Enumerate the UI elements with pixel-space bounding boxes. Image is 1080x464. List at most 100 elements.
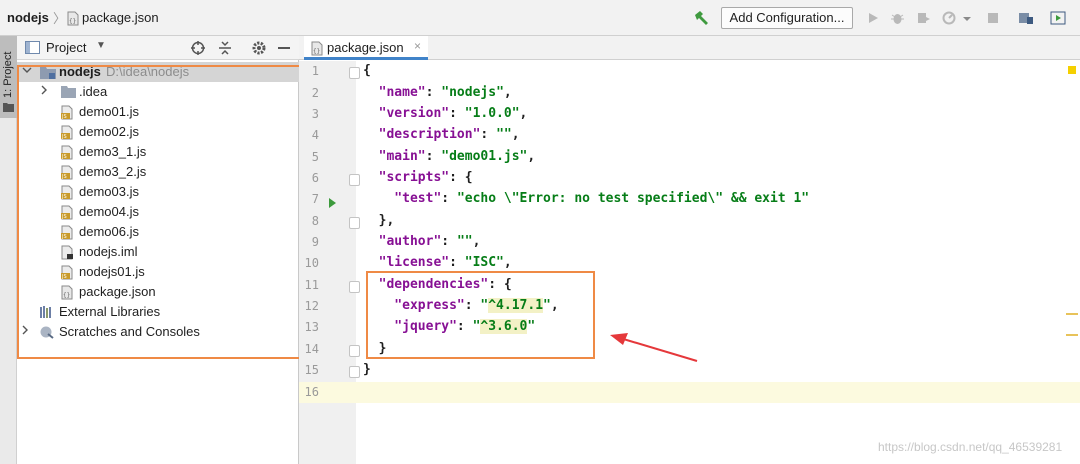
json-string: "nodejs" — [441, 85, 504, 100]
profile-icon[interactable] — [942, 11, 957, 28]
code-token: : — [441, 191, 457, 206]
code-token: , — [503, 255, 512, 270]
json-string: "ISC" — [464, 255, 504, 270]
close-icon[interactable]: × — [414, 39, 421, 53]
json-string: "" — [456, 234, 473, 249]
fold-marker[interactable] — [349, 217, 360, 229]
project-tool-tab-label: 1: Project — [2, 51, 14, 98]
breadcrumb-separator: 〉 — [53, 11, 67, 26]
code-token: : — [425, 85, 442, 100]
code-line: } — [363, 362, 371, 377]
tab-label: package.json — [327, 40, 404, 55]
run-script-icon[interactable] — [328, 196, 337, 211]
code-token: } — [363, 362, 371, 377]
project-panel-title[interactable]: Project — [46, 40, 86, 55]
code-line: "author": "", — [363, 234, 481, 249]
line-number: 14 — [304, 342, 319, 356]
tab-package-json[interactable]: {} package.json × — [304, 36, 428, 60]
fold-marker[interactable] — [349, 174, 360, 186]
line-number: 8 — [311, 214, 319, 228]
code-token: , — [519, 106, 528, 121]
line-number: 3 — [311, 107, 319, 121]
line-number: 13 — [304, 320, 319, 334]
code-token: : — [441, 234, 457, 249]
line-number: 11 — [304, 278, 319, 292]
chevron-down-icon[interactable] — [962, 12, 972, 27]
json-key: "description" — [363, 127, 481, 142]
fold-marker[interactable] — [349, 281, 360, 293]
current-line-highlight — [299, 382, 1080, 403]
run-anything-icon[interactable] — [1050, 11, 1066, 28]
json-key: "version" — [363, 106, 450, 121]
json-string: "demo01.js" — [441, 149, 528, 164]
json-key: "test" — [363, 191, 442, 206]
add-configuration-button[interactable]: Add Configuration... — [721, 7, 853, 29]
line-number: 1 — [311, 64, 319, 78]
code-line: "name": "nodejs", — [363, 85, 512, 100]
code-token: : — [449, 255, 465, 270]
code-line: "license": "ISC", — [363, 255, 512, 270]
stop-icon[interactable] — [986, 11, 1000, 28]
inspection-status-icon[interactable] — [1068, 66, 1076, 74]
code-line: "description": "", — [363, 127, 520, 142]
json-key: "author" — [363, 234, 442, 249]
code-token: }, — [363, 213, 395, 228]
line-number: 2 — [311, 86, 319, 100]
code-token: , — [472, 234, 481, 249]
line-number: 10 — [304, 256, 319, 270]
json-file-icon: {} — [311, 41, 325, 59]
line-number: 5 — [311, 150, 319, 164]
json-file-icon: {} — [66, 11, 80, 29]
run-icon[interactable] — [866, 11, 880, 28]
scrollbar-marker[interactable] — [1066, 334, 1078, 336]
debug-icon[interactable] — [890, 11, 905, 28]
line-number: 12 — [304, 299, 319, 313]
fold-marker[interactable] — [349, 366, 360, 378]
code-line: "main": "demo01.js", — [363, 149, 536, 164]
project-structure-icon[interactable] — [1018, 11, 1034, 28]
hide-panel-icon[interactable] — [276, 40, 292, 59]
collapse-all-icon[interactable] — [217, 40, 233, 59]
code-token: : — [480, 127, 497, 142]
line-number: 6 — [311, 171, 319, 185]
code-token: , — [511, 127, 520, 142]
line-number: 7 — [311, 192, 319, 206]
code-line: "version": "1.0.0", — [363, 106, 528, 121]
code-line: "scripts": { — [363, 170, 473, 185]
locate-target-icon[interactable] — [190, 40, 206, 59]
svg-text:{}: {} — [69, 18, 76, 25]
red-arrow-annotation — [610, 333, 698, 362]
json-string: "" — [496, 127, 512, 142]
code-token: : — [449, 106, 465, 121]
json-key: "license" — [363, 255, 450, 270]
watermark: https://blog.csdn.net/qq_46539281 — [878, 440, 1063, 454]
scrollbar-marker[interactable] — [1066, 313, 1078, 315]
gear-icon[interactable] — [251, 40, 267, 59]
tool-window-strip: 1: Project — [0, 36, 17, 464]
fold-marker[interactable] — [349, 345, 360, 357]
fold-marker[interactable] — [349, 67, 360, 79]
editor-tab-bar: {} package.json × — [299, 36, 1080, 60]
code-token: , — [503, 85, 512, 100]
breadcrumb-project[interactable]: nodejs — [7, 10, 49, 25]
code-token: : { — [449, 170, 473, 185]
build-hammer-icon[interactable] — [692, 9, 710, 30]
json-string: "1.0.0" — [464, 106, 520, 121]
line-number: 4 — [311, 128, 319, 142]
code-line: "test": "echo \"Error: no test specified… — [363, 191, 809, 206]
code-token: , — [527, 149, 536, 164]
code-line: }, — [363, 213, 395, 228]
chevron-down-icon[interactable]: ▼ — [96, 40, 106, 51]
coverage-icon[interactable] — [916, 11, 931, 28]
project-panel-header: Project ▼ — [17, 36, 299, 60]
breadcrumb-file[interactable]: package.json — [82, 10, 159, 25]
code-line: { — [363, 63, 371, 78]
json-string: "echo \"Error: no test specified\" && ex… — [456, 191, 810, 206]
svg-text:{}: {} — [313, 48, 320, 55]
line-number: 15 — [304, 363, 319, 377]
project-tool-tab[interactable]: 1: Project — [0, 36, 17, 118]
code-token: { — [363, 63, 371, 78]
navigation-bar: nodejs 〉 {} package.json Add Configurati… — [0, 0, 1080, 36]
folder-icon — [3, 100, 14, 115]
json-key: "scripts" — [363, 170, 450, 185]
